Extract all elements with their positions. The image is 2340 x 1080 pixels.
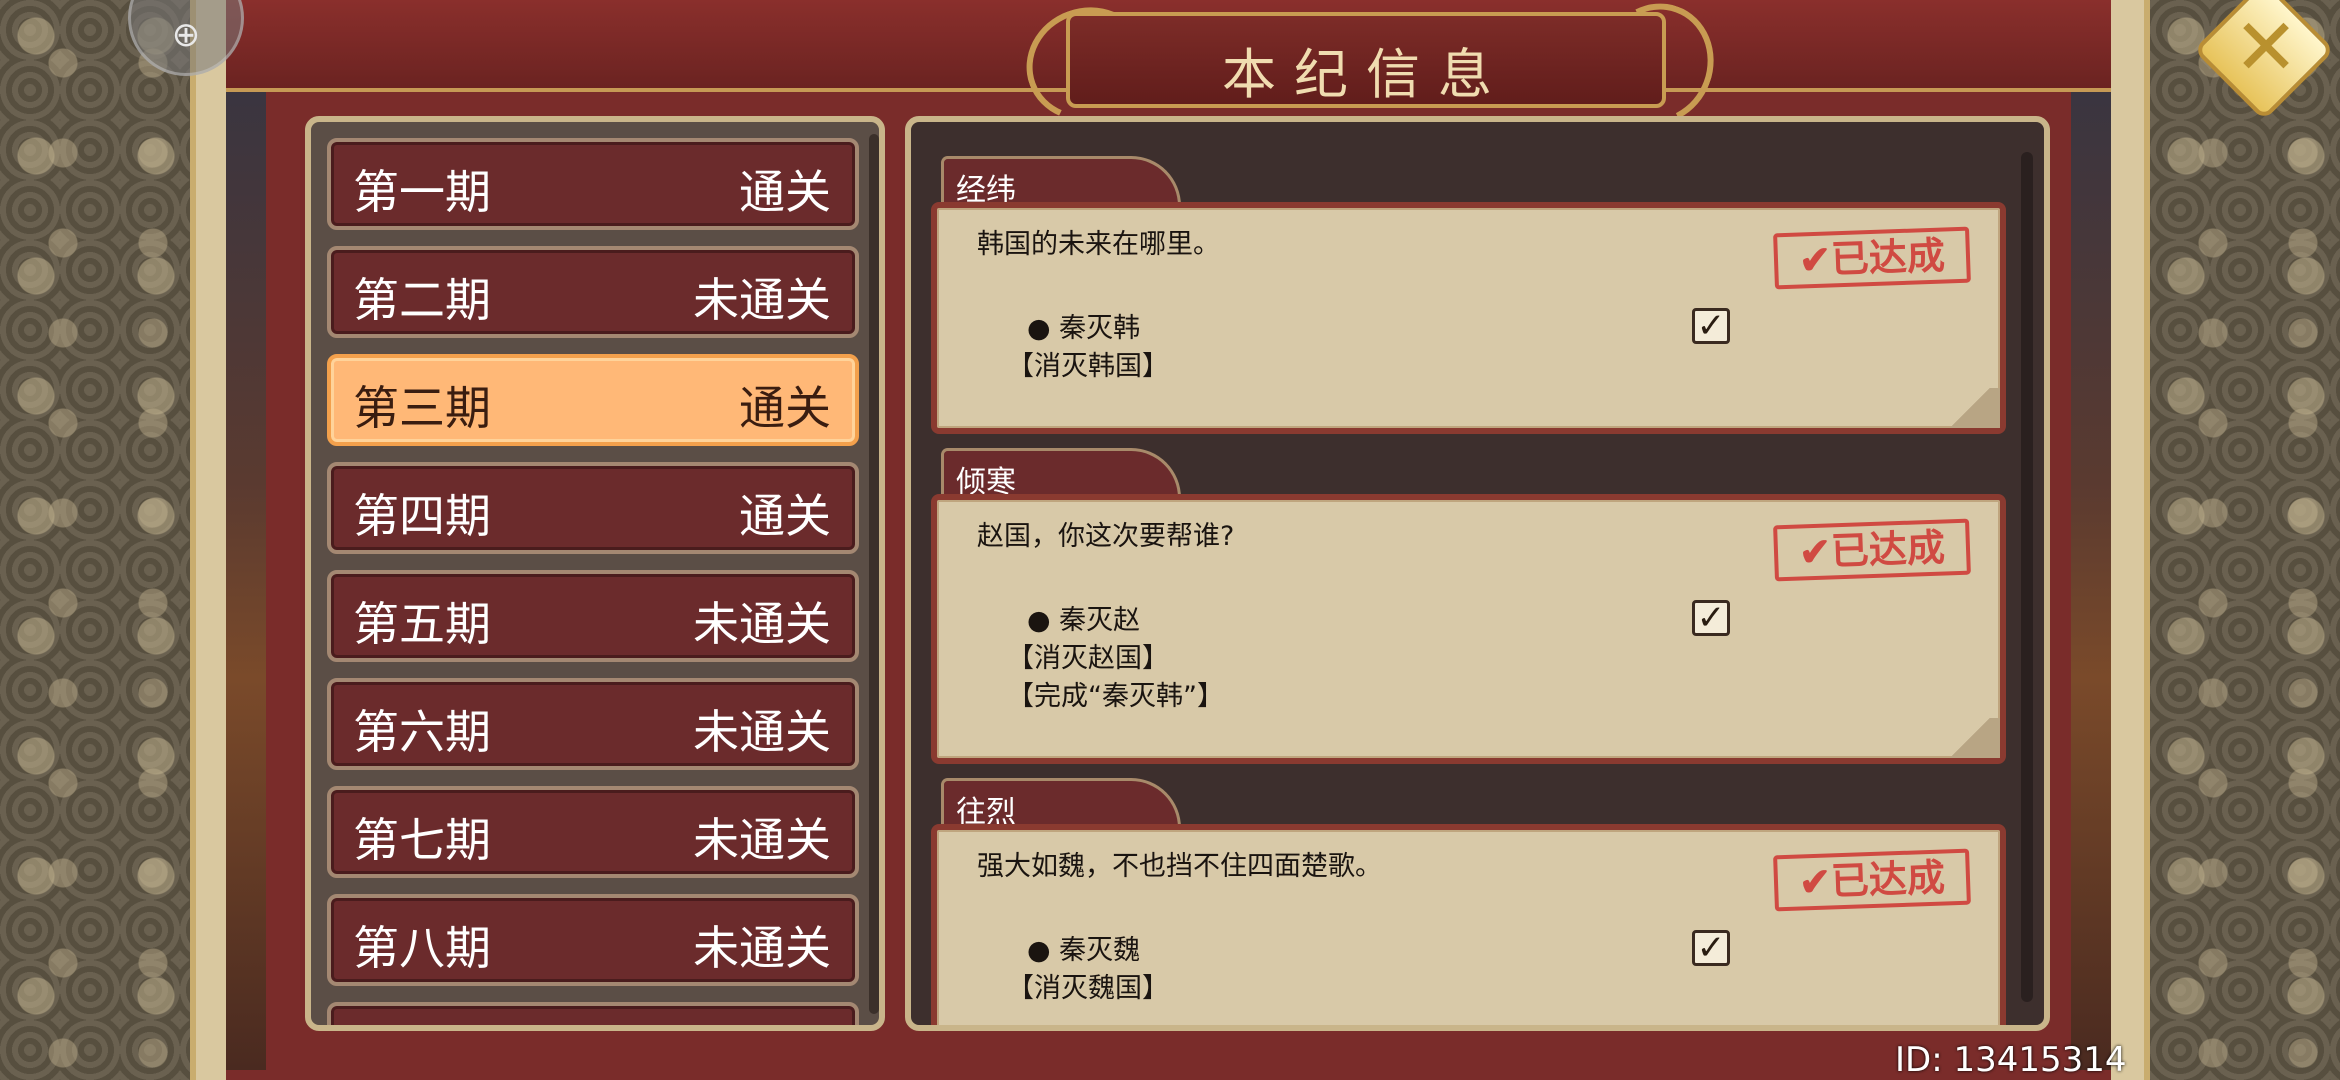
completed-stamp: ✔已达成	[1773, 518, 1971, 582]
period-name: 第二期	[353, 273, 491, 327]
quest-condition: ● 秦灭魏	[1027, 935, 1141, 966]
page-curl-icon	[1940, 388, 2000, 428]
period-item-5[interactable]: 第五期 未通关	[327, 570, 859, 662]
period-item-4[interactable]: 第四期 通关	[327, 462, 859, 554]
period-name: 第三期	[353, 381, 491, 435]
period-name: 第四期	[353, 489, 491, 543]
period-name: 第一期	[353, 165, 491, 219]
period-status: 通关	[739, 489, 831, 543]
quest-description: 强大如魏，不也挡不住四面楚歌。	[977, 851, 1382, 882]
period-name: 第六期	[353, 705, 491, 759]
quest-detail-panel: 经纬 韩国的未来在哪里。 ✔已达成 ● 秦灭韩 【消灭韩国】 ✓ 倾寒 赵国，你…	[905, 116, 2050, 1031]
settings-icon: ⊕	[171, 15, 201, 55]
period-item-2[interactable]: 第二期 未通关	[327, 246, 859, 338]
quest-description: 赵国，你这次要帮谁?	[977, 521, 1235, 552]
quest-card-body: 强大如魏，不也挡不住四面楚歌。 ✔已达成 ● 秦灭魏 【消灭魏国】 ✓	[931, 824, 2006, 1025]
period-status: 未通关	[693, 921, 831, 975]
quest-card-body: 韩国的未来在哪里。 ✔已达成 ● 秦灭韩 【消灭韩国】 ✓	[931, 202, 2006, 434]
period-status: 未通关	[693, 597, 831, 651]
left-scene-strip	[226, 90, 266, 1070]
period-status: 未通关	[693, 705, 831, 759]
period-item-8[interactable]: 第八期 未通关	[327, 894, 859, 986]
period-item-9-partial[interactable]	[327, 1002, 859, 1025]
checkbox-checked-icon: ✓	[1692, 600, 1730, 636]
quest-list-scrollbar[interactable]	[2021, 152, 2033, 1002]
period-list-panel: 第一期 通关 第二期 未通关 第三期 通关 第四期 通关 第五期 未通关 第六期…	[305, 116, 885, 1031]
quest-condition: 【消灭赵国】	[1007, 643, 1169, 674]
period-item-3-selected[interactable]: 第三期 通关	[327, 354, 859, 446]
quest-condition: 【消灭韩国】	[1007, 351, 1169, 382]
quest-condition: 【完成“秦灭韩”】	[1007, 681, 1224, 712]
title-plaque: 本纪信息	[1066, 12, 1666, 108]
quest-condition: 【消灭魏国】	[1007, 973, 1169, 1004]
quest-tab: 倾寒	[941, 448, 1181, 500]
period-status: 通关	[739, 165, 831, 219]
period-item-1[interactable]: 第一期 通关	[327, 138, 859, 230]
period-name: 第七期	[353, 813, 491, 867]
close-x-icon[interactable]: ✕	[2226, 8, 2306, 88]
window-title: 本纪信息	[1222, 43, 1510, 106]
completed-stamp: ✔已达成	[1773, 226, 1971, 290]
period-status: 未通关	[693, 813, 831, 867]
quest-tab: 往烈	[941, 778, 1181, 830]
quest-card-body: 赵国，你这次要帮谁? ✔已达成 ● 秦灭赵 【消灭赵国】 【完成“秦灭韩”】 ✓	[931, 494, 2006, 764]
period-list-scrollbar[interactable]	[869, 134, 879, 1014]
period-status: 未通关	[693, 273, 831, 327]
checkbox-checked-icon: ✓	[1692, 308, 1730, 344]
period-item-7[interactable]: 第七期 未通关	[327, 786, 859, 878]
quest-condition: ● 秦灭韩	[1027, 313, 1141, 344]
period-status: 通关	[739, 381, 831, 435]
right-scene-strip	[2071, 90, 2111, 1070]
period-item-6[interactable]: 第六期 未通关	[327, 678, 859, 770]
right-decorative-background	[2150, 0, 2340, 1080]
left-decorative-background	[0, 0, 190, 1080]
quest-condition: ● 秦灭赵	[1027, 605, 1141, 636]
period-name: 第五期	[353, 597, 491, 651]
page-curl-icon	[1940, 718, 2000, 758]
period-name: 第八期	[353, 921, 491, 975]
quest-description: 韩国的未来在哪里。	[977, 229, 1220, 260]
quest-tab: 经纬	[941, 156, 1181, 208]
completed-stamp: ✔已达成	[1773, 848, 1971, 912]
checkbox-checked-icon: ✓	[1692, 930, 1730, 966]
player-id-label: ID: 13415314	[1895, 1040, 2127, 1080]
